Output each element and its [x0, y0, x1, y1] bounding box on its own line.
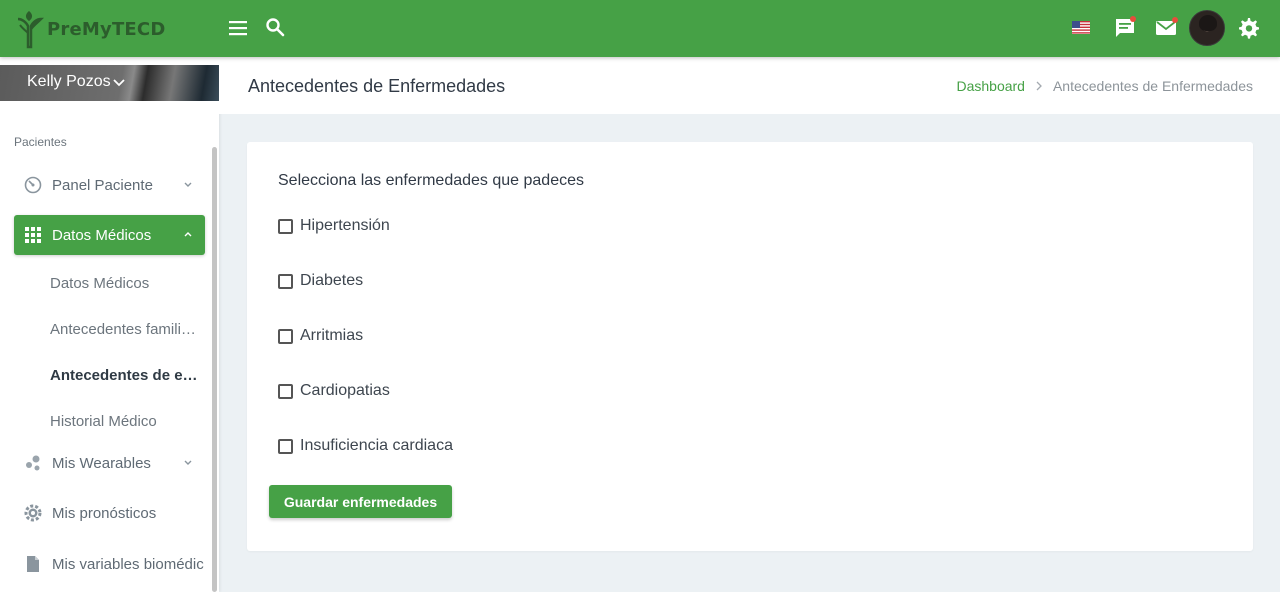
- chevron-up-icon: [184, 232, 192, 237]
- page-header: Antecedentes de Enfermedades Dashboard A…: [219, 57, 1280, 114]
- checkbox-cardiopatias[interactable]: [278, 383, 293, 399]
- chevron-down-icon: [113, 79, 125, 87]
- avatar[interactable]: [1189, 10, 1225, 46]
- search-icon[interactable]: [265, 17, 285, 37]
- sidebar-item-mis-wearables[interactable]: Mis Wearables: [14, 443, 205, 483]
- logo-mark-icon: [17, 11, 44, 49]
- sidebar-item-label: Panel Paciente: [52, 177, 153, 194]
- diseases-form-card: Selecciona las enfermedades que padeces …: [247, 142, 1253, 551]
- sidebar-item-mis-variables-biomedicas[interactable]: Mis variables biomédic: [14, 544, 205, 584]
- checkbox-row-insuficiencia-cardiaca[interactable]: Insuficiencia cardiaca: [278, 436, 453, 456]
- checkbox-row-hipertension[interactable]: Hipertensión: [278, 216, 390, 236]
- sidebar-subitem-datos-medicos[interactable]: Datos Médicos: [50, 275, 200, 292]
- checkbox-row-diabetes[interactable]: Diabetes: [278, 271, 363, 291]
- sidebar-subitem-antecedentes-enfermedades[interactable]: Antecedentes de e…: [50, 367, 200, 384]
- logo-text: PreMyTECD: [47, 18, 166, 40]
- sidebar-subitem-historial-medico[interactable]: Historial Médico: [50, 413, 200, 430]
- sidebar-item-label: Datos Médicos: [52, 227, 152, 244]
- user-name: Kelly Pozos: [27, 73, 111, 90]
- checkbox-label: Cardiopatias: [300, 382, 390, 399]
- file-icon: [27, 556, 39, 572]
- chevron-down-icon: [184, 182, 192, 187]
- checkbox-label: Arritmias: [300, 327, 364, 344]
- chat-icon[interactable]: [1113, 16, 1137, 40]
- app-logo[interactable]: PreMyTECD: [14, 9, 165, 49]
- top-navbar: PreMyTECD: [0, 0, 1280, 57]
- grid-icon: [25, 227, 41, 243]
- sidebar-item-label: Mis variables biomédic: [52, 556, 204, 573]
- bubbles-icon: [26, 455, 40, 471]
- sidebar-subitem-antecedentes-familiares[interactable]: Antecedentes famili…: [50, 321, 200, 338]
- breadcrumb-current: Antecedentes de Enfermedades: [1052, 78, 1253, 94]
- mail-icon[interactable]: [1154, 16, 1178, 40]
- checkbox-diabetes[interactable]: [278, 273, 293, 289]
- sidebar-item-label: Mis pronósticos: [52, 505, 157, 522]
- checkbox-arritmias[interactable]: [278, 328, 293, 344]
- checkbox-row-arritmias[interactable]: Arritmias: [278, 326, 363, 346]
- checkbox-label: Diabetes: [300, 272, 364, 289]
- us-flag-icon[interactable]: [1072, 21, 1090, 34]
- gear-icon: [24, 504, 42, 522]
- sidebar-section-label: Pacientes: [14, 135, 67, 149]
- gear-icon[interactable]: [1236, 16, 1260, 40]
- sidebar-item-mis-pronosticos[interactable]: Mis pronósticos: [14, 493, 205, 533]
- checkbox-label: Hipertensión: [300, 217, 390, 234]
- sidebar-item-label: Mis Wearables: [52, 455, 151, 472]
- checkbox-row-cardiopatias[interactable]: Cardiopatias: [278, 381, 390, 401]
- form-title: Selecciona las enfermedades que padeces: [278, 172, 584, 189]
- dashboard-icon: [24, 176, 42, 194]
- sidebar-scrollbar[interactable]: [212, 147, 217, 592]
- sidebar: Kelly Pozos Pacientes Panel Paciente Dat…: [0, 57, 219, 592]
- page-title: Antecedentes de Enfermedades: [248, 76, 506, 96]
- breadcrumb: Dashboard Antecedentes de Enfermedades: [956, 78, 1253, 94]
- chevron-down-icon: [184, 460, 192, 465]
- save-diseases-button[interactable]: Guardar enfermedades: [269, 485, 452, 518]
- checkbox-hipertension[interactable]: [278, 218, 293, 234]
- menu-icon[interactable]: [228, 18, 248, 38]
- checkbox-label: Insuficiencia cardiaca: [300, 437, 453, 454]
- user-menu[interactable]: Kelly Pozos: [0, 65, 219, 101]
- sidebar-item-panel-paciente[interactable]: Panel Paciente: [14, 165, 205, 205]
- checkbox-insuficiencia-cardiaca[interactable]: [278, 438, 293, 454]
- breadcrumb-dashboard-link[interactable]: Dashboard: [956, 78, 1025, 94]
- chevron-right-icon: [1036, 81, 1042, 91]
- sidebar-item-datos-medicos[interactable]: Datos Médicos: [14, 215, 205, 255]
